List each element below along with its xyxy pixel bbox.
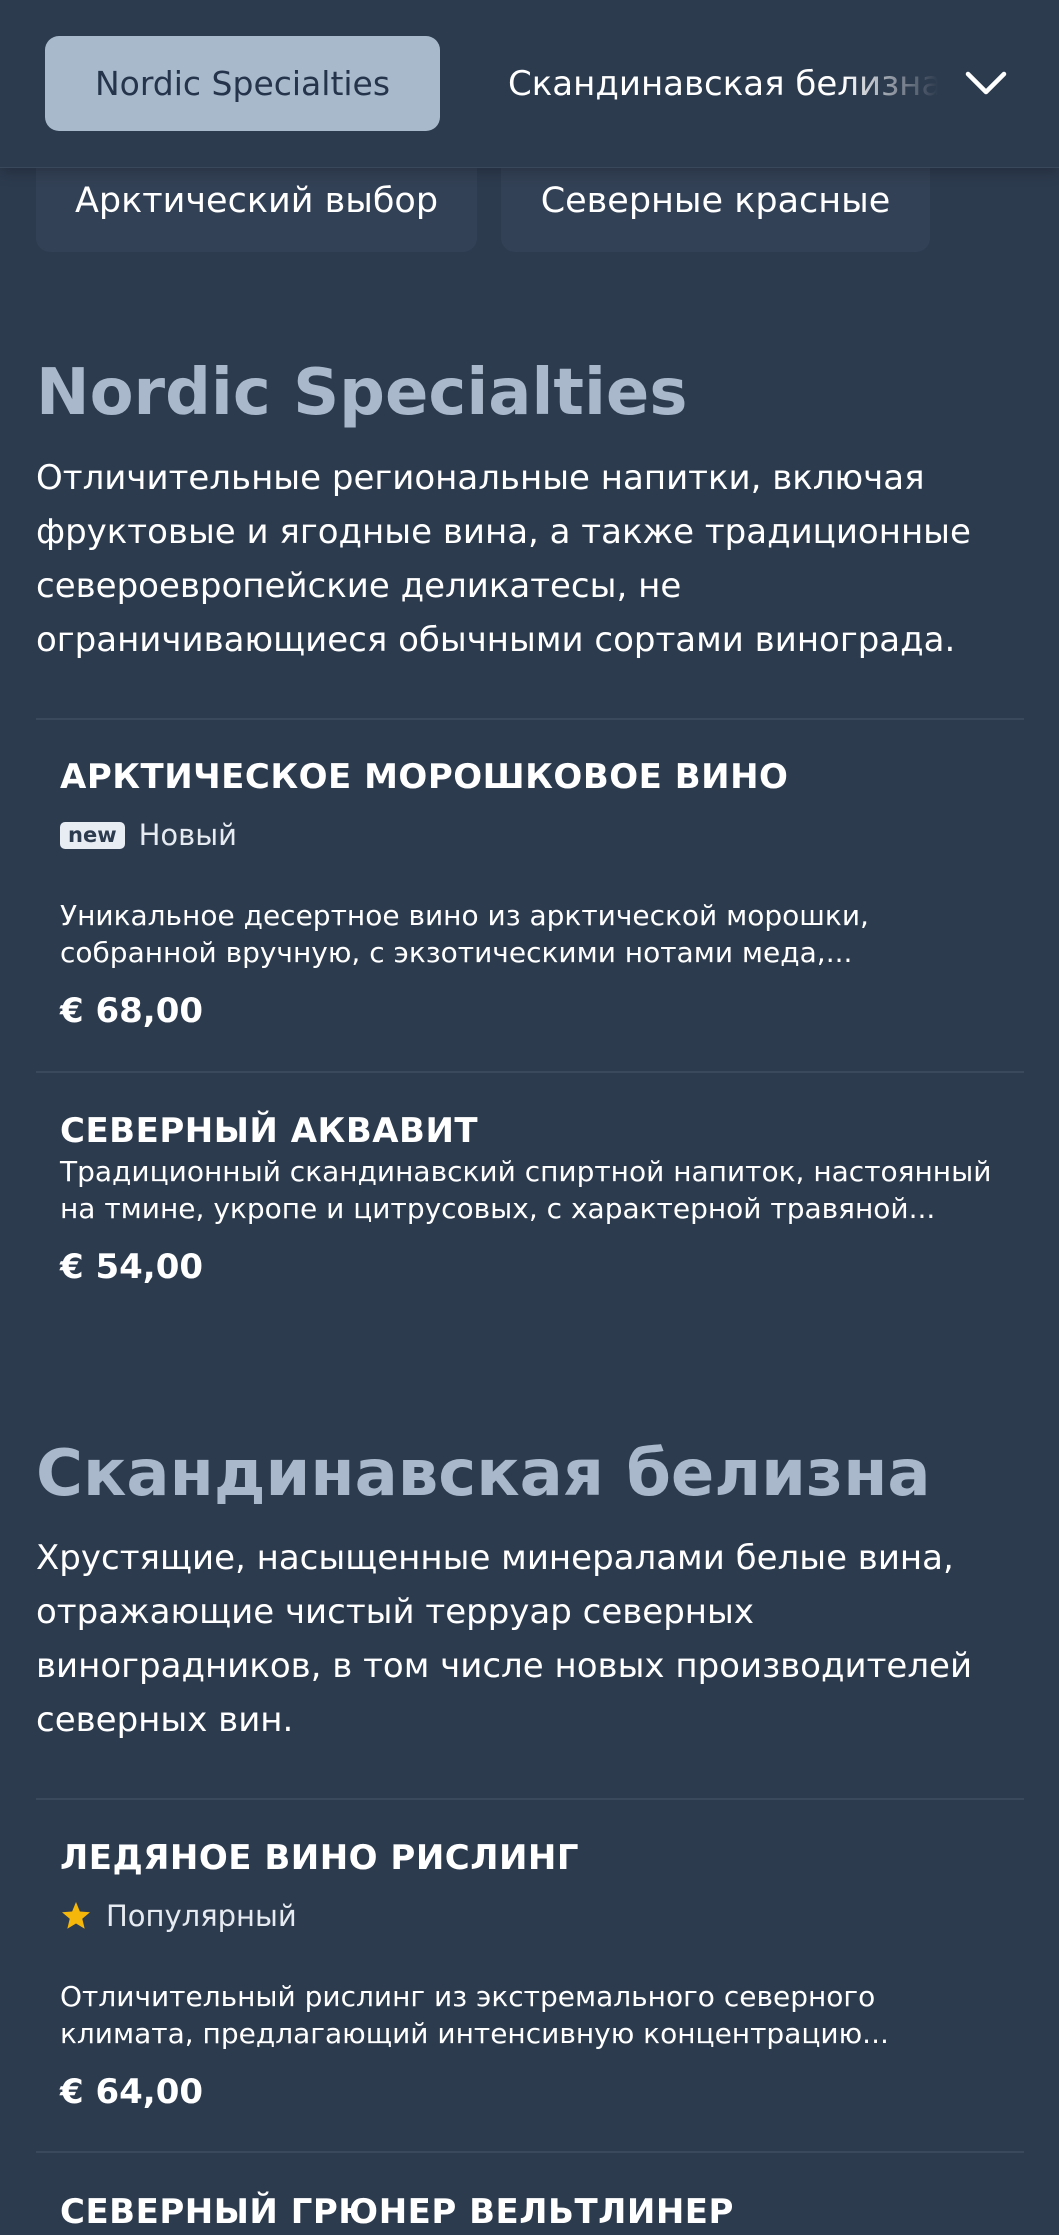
product-name: СЕВЕРНЫЙ ГРЮНЕР ВЕЛЬТЛИНЕР (60, 2192, 734, 2232)
product-price: € 54,00 (60, 1247, 204, 1287)
divider (36, 1071, 1024, 1073)
chevron-down-icon[interactable] (960, 58, 1012, 110)
product-price: € 68,00 (60, 991, 204, 1031)
product-badge: new Новый (60, 815, 1010, 855)
product-card[interactable]: СЕВЕРНЫЙ ГРЮНЕР ВЕЛЬТЛИНЕР (60, 2190, 1010, 2234)
product-description: Традиционный скандинавский спиртной напи… (60, 1155, 992, 1225)
product-card[interactable]: АРКТИЧЕСКОЕ МОРОШКОВОЕ ВИНО new Новый Ун… (60, 755, 1010, 1033)
product-price: € 64,00 (60, 2072, 204, 2112)
divider (36, 1798, 1024, 1800)
tab-scandinavian-whites[interactable]: Скандинавская белизна (508, 36, 938, 131)
product-name: СЕВЕРНЫЙ АКВАВИТ (60, 1111, 479, 1151)
badge-label: Популярный (106, 1899, 297, 1933)
section-title: Nordic Specialties (36, 356, 688, 430)
product-name: ЛЕДЯНОЕ ВИНО РИСЛИНГ (60, 1838, 580, 1878)
divider (36, 718, 1024, 720)
product-badge: Популярный (60, 1896, 1010, 1936)
section-description: Хрустящие, насыщенные минералами белые в… (36, 1538, 973, 1740)
category-nav-bar: Nordic Specialties Скандинавская белизна (0, 0, 1059, 168)
star-icon (62, 1902, 90, 1929)
product-card[interactable]: СЕВЕРНЫЙ АКВАВИТ Традиционный скандинавс… (60, 1109, 1010, 1289)
product-description: Отличительный рислинг из экстремального … (60, 1980, 889, 2050)
section-description: Отличительные региональные напитки, вклю… (36, 458, 971, 660)
section-title: Скандинавская белизна (36, 1437, 931, 1511)
product-description: Уникальное десертное вино из арктической… (60, 899, 869, 969)
tab-nordic-specialties[interactable]: Nordic Specialties (45, 36, 440, 131)
divider (36, 2151, 1024, 2153)
badge-label: Новый (138, 818, 237, 852)
product-card[interactable]: ЛЕДЯНОЕ ВИНО РИСЛИНГ Популярный Отличите… (60, 1836, 1010, 2114)
new-tag: new (60, 821, 125, 849)
product-name: АРКТИЧЕСКОЕ МОРОШКОВОЕ ВИНО (60, 757, 789, 797)
